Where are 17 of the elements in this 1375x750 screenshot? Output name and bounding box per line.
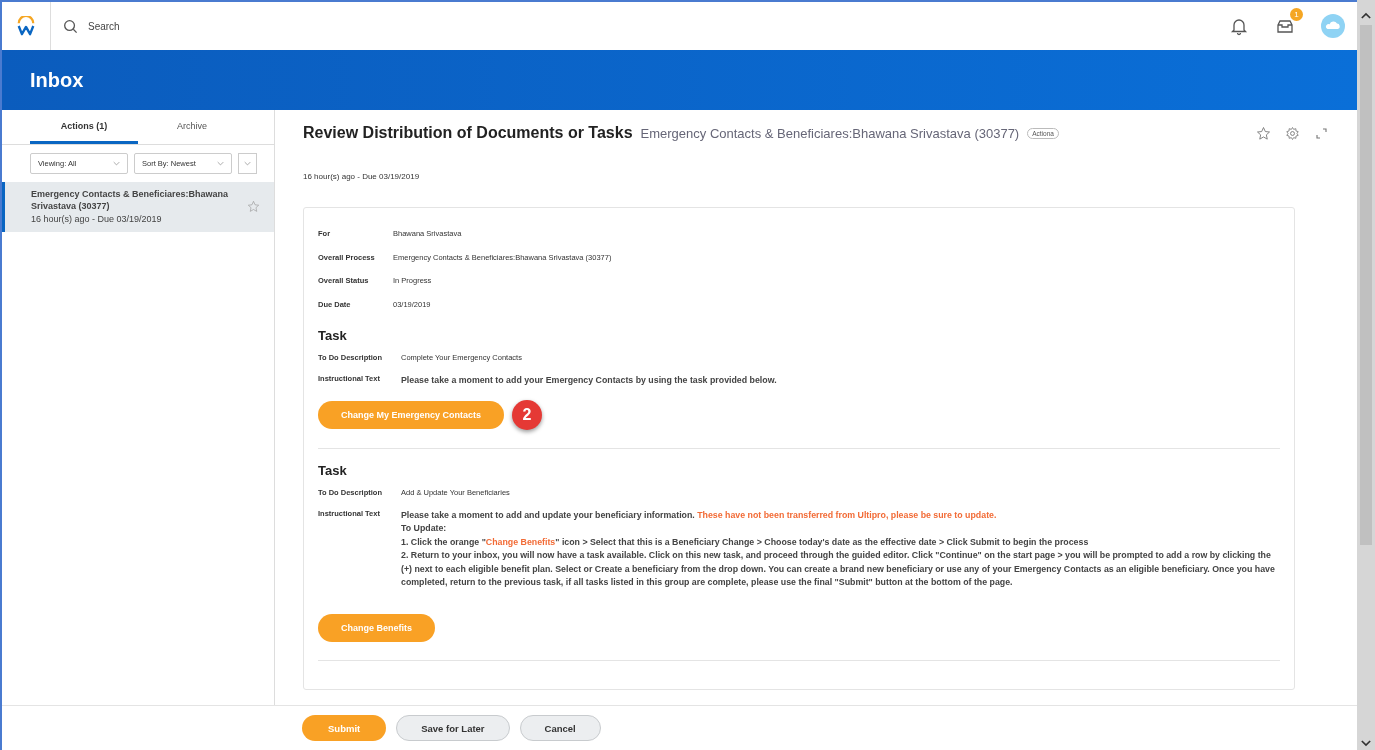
task-title: Review Distribution of Documents or Tasks (303, 124, 633, 142)
task-subtitle: Emergency Contacts & Beneficiares:Bhawana Srivastava (30377) (640, 125, 1020, 141)
notification-badge: 1 (1290, 8, 1303, 21)
task-meta: 16 hour(s) ago - Due 03/19/2019 (303, 172, 421, 181)
step-number-badge: 2 (512, 399, 543, 430)
section-heading: Task (318, 328, 348, 343)
footer-button[interactable]: Cancel (519, 715, 601, 741)
inbox-tab[interactable]: Actions (1) (30, 110, 138, 144)
inbox-tab[interactable]: Archive (138, 110, 246, 144)
instruction-text: Please take a moment to add and update your beneficiary information. These have not been transferred from Ultipro, please be sure to update. To Update: 1. Click the orange "Change Benefits" icon > Select that this is a Beneficiary Change > Choose today's date as the effective date > Click Submit to begin the process 2. Return to your inbox, you will now have a task available. Click on this new task, and proceed through the guided editor. Click "Continue" on the start page > you will be prompted to add a row by clicking the (+) next to each eligible benefit plan. Select or Create a beneficiary from the drop down. You can create a brand new beneficiary or use any of your Emergency Contacts as an eligible beneficiary. Once you have completed, return to the previous task, if all tasks listed in this group are complete, please use the final "Submit" button at the bottom of the page. (401, 508, 1276, 589)
instruction-text: Please take a moment to add your Emergency Contacts by using the task provided below. (401, 374, 778, 387)
inbox-item[interactable]: Emergency Contacts & Beneficiares:Bhawana Srivastava (30377) 16 hour(s) ago - Due 03/19/2019 (2, 182, 274, 232)
inbox-item-title: Emergency Contacts & Beneficiares:Bhawana Srivastava (30377) (31, 188, 230, 212)
section-heading: Task (318, 462, 348, 478)
inbox-item-meta: 16 hour(s) ago - Due 03/19/2019 (31, 214, 163, 224)
page-title: Inbox (30, 68, 84, 92)
footer-button[interactable]: Save for Later (396, 715, 510, 741)
